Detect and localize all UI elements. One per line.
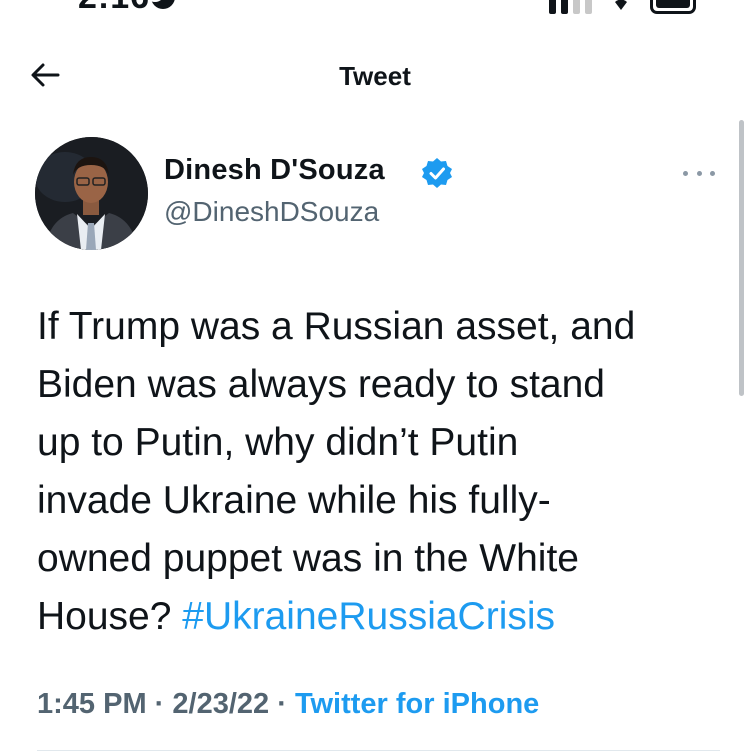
tweet-text: If Trump was a Russian asset, and Biden … bbox=[37, 298, 737, 646]
status-time: 2:16 bbox=[78, 0, 150, 17]
battery-icon bbox=[650, 0, 696, 14]
author-name[interactable]: Dinesh D'Souza bbox=[164, 154, 385, 187]
verified-badge-icon bbox=[422, 158, 452, 188]
hashtag-link[interactable]: #UkraineRussiaCrisis bbox=[182, 595, 555, 638]
status-icons bbox=[549, 0, 696, 14]
divider bbox=[37, 750, 720, 751]
tweet-meta: 1:45 PM · 2/23/22 · Twitter for iPhone bbox=[37, 688, 539, 721]
tweet-date: 2/23/22 bbox=[172, 688, 270, 720]
wifi-icon bbox=[615, 0, 627, 10]
tweet-screen: 2:16 Tweet bbox=[0, 0, 750, 753]
dot bbox=[683, 170, 688, 176]
moon-icon bbox=[150, 0, 175, 9]
dot bbox=[710, 170, 715, 176]
signal-icon bbox=[549, 0, 592, 14]
author-handle[interactable]: @DineshDSouza bbox=[164, 196, 379, 228]
more-options-button[interactable] bbox=[683, 163, 715, 183]
scrollbar[interactable] bbox=[739, 120, 744, 396]
tweet-body: If Trump was a Russian asset, and Biden … bbox=[37, 305, 636, 638]
avatar-photo bbox=[35, 137, 148, 250]
meta-separator: · bbox=[146, 688, 173, 720]
tweet-source-link[interactable]: Twitter for iPhone bbox=[295, 688, 539, 720]
avatar[interactable] bbox=[35, 137, 148, 250]
page-title: Tweet bbox=[339, 61, 411, 91]
meta-separator: · bbox=[269, 688, 295, 720]
tweet-time: 1:45 PM bbox=[37, 688, 147, 720]
dot bbox=[696, 170, 702, 176]
